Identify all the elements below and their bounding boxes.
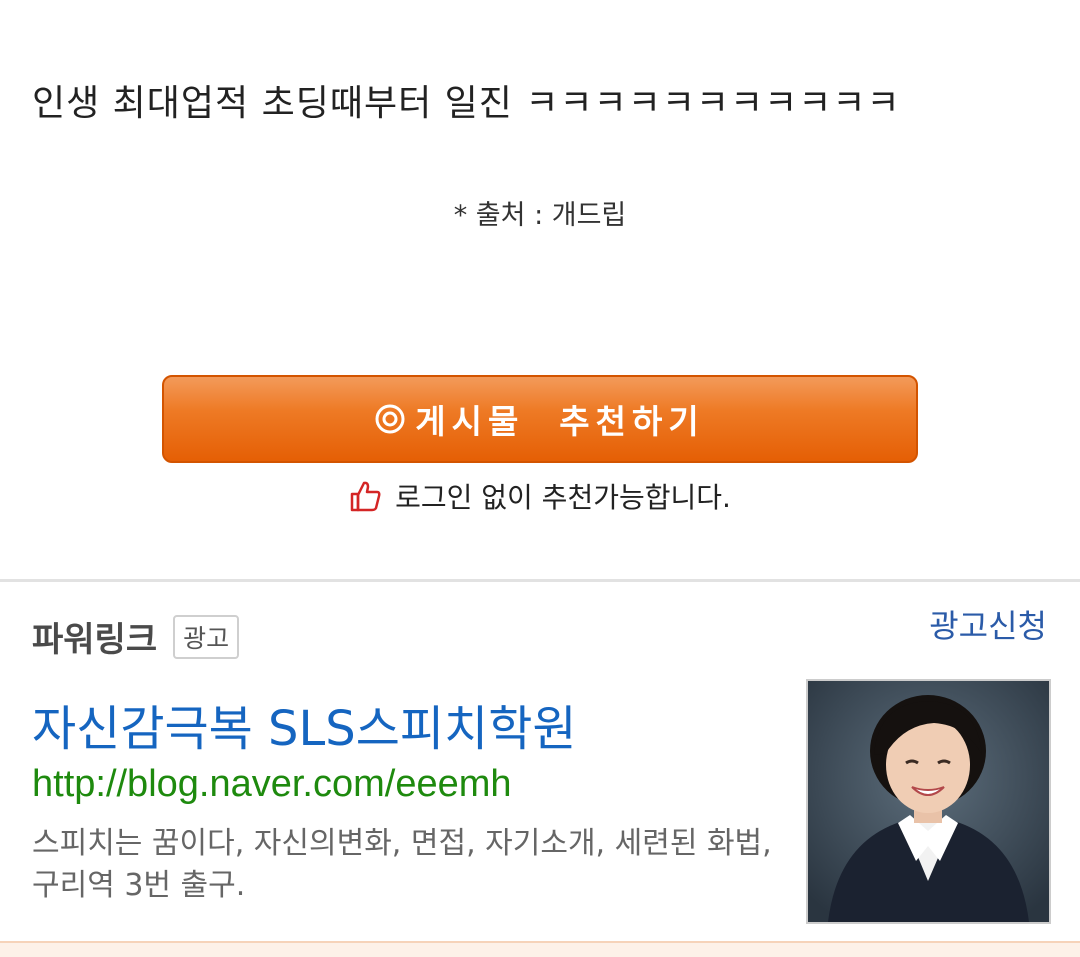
target-icon [375,404,405,434]
powerlink-header: 파워링크 광고 [32,612,240,661]
login-free-note-text: 로그인 없이 추천가능합니다. [395,481,731,514]
ad-url[interactable]: http://blog.naver.com/eeemh [32,763,512,806]
recommend-post-button[interactable]: 게시물 추천하기 [162,375,918,463]
ad-description: 스피치는 꿈이다, 자신의변화, 면접, 자기소개, 세련된 화법, 구리역 3… [32,826,772,903]
page: 인생 최대업적 초딩때부터 일진 ㅋㅋㅋㅋㅋㅋㅋㅋㅋㅋㅋ * 출처 : 개드립 … [0,0,1080,957]
ad-apply-link[interactable]: 광고신청 [929,601,1047,647]
login-free-note: 로그인 없이 추천가능합니다. [0,476,1080,516]
post-source: * 출처 : 개드립 [453,200,627,231]
thumbs-up-icon [350,481,381,512]
section-divider [0,579,1080,582]
ad-title-link[interactable]: 자신감극복 SLS스피치학원 [32,689,577,759]
post-body-text: 인생 최대업적 초딩때부터 일진 ㅋㅋㅋㅋㅋㅋㅋㅋㅋㅋㅋ [32,83,901,124]
portrait-image [808,681,1049,922]
recommend-button-label: 게시물 추천하기 [415,402,705,441]
ad-badge: 광고 [173,614,240,659]
powerlink-title: 파워링크 [32,620,158,660]
bottom-strip [0,941,1080,957]
ad-thumbnail-image[interactable] [806,679,1051,924]
